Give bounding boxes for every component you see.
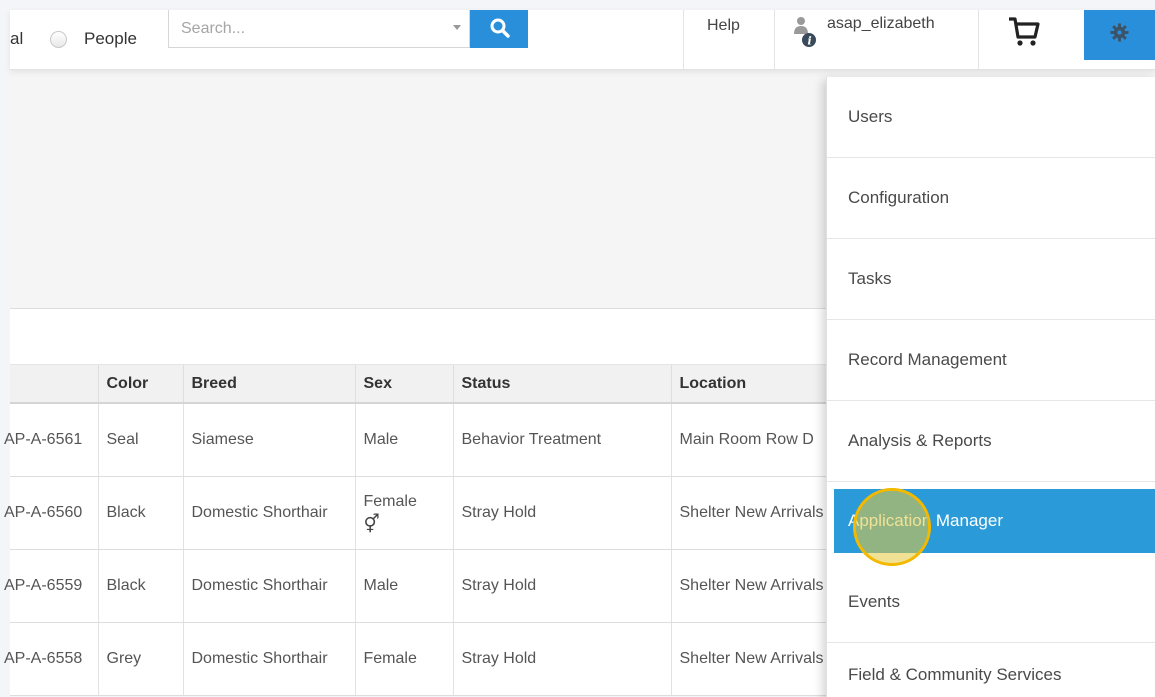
username-link[interactable]: asap_elizabeth xyxy=(827,15,935,33)
search-button[interactable] xyxy=(470,10,528,48)
cell-sex: Male xyxy=(355,403,454,477)
cell-status: Behavior Treatment xyxy=(453,403,672,477)
click-indicator xyxy=(853,488,931,566)
cell-breed: Siamese xyxy=(183,403,356,477)
cell-color: Grey xyxy=(98,622,184,696)
cart-icon[interactable] xyxy=(1004,10,1044,50)
column-header-id[interactable] xyxy=(10,365,99,404)
settings-button[interactable] xyxy=(1084,10,1155,60)
animals-table: Color Breed Sex Status Location AP-A-656… xyxy=(4,365,922,696)
column-header-breed[interactable]: Breed xyxy=(183,365,356,404)
menu-item-record-management[interactable]: Record Management xyxy=(827,320,1155,401)
cell-id[interactable]: AP-A-6559 xyxy=(4,549,99,623)
top-bar: al People Help i asap_elizabeth xyxy=(10,10,1155,70)
menu-item-events[interactable]: Events xyxy=(827,562,1155,643)
cell-color: Black xyxy=(98,549,184,623)
table-row[interactable]: AP-A-6560 Black Domestic Shorthair Femal… xyxy=(4,476,922,550)
table-row[interactable]: AP-A-6559 Black Domestic Shorthair Male … xyxy=(4,549,922,623)
column-header-color[interactable]: Color xyxy=(98,365,184,404)
cell-breed: Domestic Shorthair xyxy=(183,476,356,550)
search-icon xyxy=(490,18,510,38)
cell-breed: Domestic Shorthair xyxy=(183,549,356,623)
search-dropdown-caret-icon[interactable] xyxy=(453,25,461,30)
radio-label-animal[interactable]: al xyxy=(10,29,23,49)
cell-sex: Female ⚥ xyxy=(355,476,454,550)
column-header-status[interactable]: Status xyxy=(453,365,672,404)
cell-status: Stray Hold xyxy=(453,622,672,696)
table-row[interactable]: AP-A-6558 Grey Domestic Shorthair Female… xyxy=(4,622,922,696)
gear-icon xyxy=(1110,23,1129,42)
menu-item-tasks[interactable]: Tasks xyxy=(827,239,1155,320)
cell-breed: Domestic Shorthair xyxy=(183,622,356,696)
help-link[interactable]: Help xyxy=(707,17,740,35)
cell-id[interactable]: AP-A-6561 xyxy=(4,403,99,477)
menu-item-users[interactable]: Users xyxy=(827,77,1155,158)
cell-sex-label: Female xyxy=(363,492,417,510)
menu-item-configuration[interactable]: Configuration xyxy=(827,158,1155,239)
cell-status: Stray Hold xyxy=(453,549,672,623)
table-row[interactable]: AP-A-6561 Seal Siamese Male Behavior Tre… xyxy=(4,403,922,477)
divider xyxy=(774,10,775,70)
svg-text:i: i xyxy=(808,35,812,48)
search-input[interactable] xyxy=(169,10,439,47)
user-info-icon[interactable]: i xyxy=(792,16,818,48)
table-header-row: Color Breed Sex Status Location xyxy=(10,365,922,404)
settings-dropdown-menu: Users Configuration Tasks Record Managem… xyxy=(826,77,1155,697)
search-field[interactable] xyxy=(168,10,470,48)
cell-color: Seal xyxy=(98,403,184,477)
radio-label-people[interactable]: People xyxy=(84,29,137,49)
divider xyxy=(978,10,979,70)
cell-sex: Female xyxy=(355,622,454,696)
cell-color: Black xyxy=(98,476,184,550)
cell-id[interactable]: AP-A-6558 xyxy=(4,622,99,696)
menu-item-field-community-services[interactable]: Field & Community Services xyxy=(827,643,1155,697)
radio-people[interactable] xyxy=(50,31,67,48)
cell-id[interactable]: AP-A-6560 xyxy=(4,476,99,550)
cell-status: Stray Hold xyxy=(453,476,672,550)
female-symbol-icon: ⚥ xyxy=(363,513,380,534)
divider xyxy=(683,10,684,70)
cell-sex: Male xyxy=(355,549,454,623)
menu-item-analysis-reports[interactable]: Analysis & Reports xyxy=(827,401,1155,482)
column-header-sex[interactable]: Sex xyxy=(355,365,454,404)
